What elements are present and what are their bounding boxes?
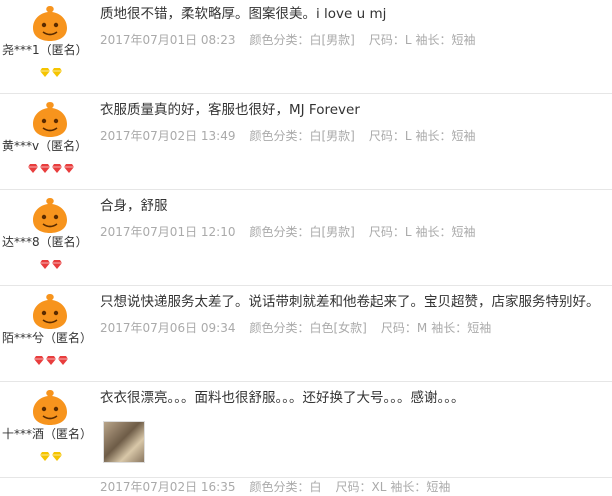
red-heart-icon: [28, 158, 38, 173]
review-photo-thumbnail[interactable]: [103, 421, 145, 463]
review-date: 2017年07月02日 16:35: [100, 480, 236, 494]
avatar[interactable]: [30, 196, 70, 234]
reviewer-name: 十***酒（匿名）: [2, 427, 93, 441]
red-heart-icon: [34, 350, 44, 365]
reviewer-level-badges: [28, 158, 74, 173]
review-date: 2017年07月01日 12:10: [100, 225, 236, 239]
red-heart-icon: [64, 158, 74, 173]
avatar[interactable]: [30, 100, 70, 138]
size-option: 尺码：L: [368, 225, 412, 239]
review-item: 尧***1（匿名） 质地很不错，柔软略厚。图案很美。i love u mj 2017…: [0, 0, 612, 94]
red-heart-icon: [52, 254, 62, 269]
sleeve-option: 袖长：短袖: [431, 321, 492, 335]
review-meta: 2017年07月02日 13:49 颜色分类：白[男款] 尺码：L 袖长：短袖: [100, 127, 490, 144]
color-option: 颜色分类：白: [249, 480, 322, 494]
gold-diamond-icon: [40, 62, 50, 77]
review-item: 十***酒（匿名） 衣衣很漂亮。。。面料也很舒服。。。还好换了大号。。。感谢。。。…: [0, 384, 612, 494]
size-option: 尺码：L: [368, 33, 412, 47]
reviewer-name: 达***8（匿名）: [2, 235, 88, 249]
review-text: 只想说快递服务太差了。说话带刺就差和他卷起来了。宝贝超赞，店家服务特别好。: [100, 294, 600, 310]
review-date: 2017年07月02日 13:49: [100, 129, 236, 143]
red-heart-icon: [52, 158, 62, 173]
review-item: 达***8（匿名） 合身，舒服 2017年07月01日 12:10 颜色分类：白[男款…: [0, 192, 612, 286]
reviewer-level-badges: [40, 254, 62, 269]
avatar[interactable]: [30, 388, 70, 426]
reviewer-level-badges: [40, 62, 62, 77]
reviewer-level-badges: [34, 350, 68, 365]
review-date: 2017年07月06日 09:34: [100, 321, 236, 335]
review-meta: 2017年07月01日 12:10 颜色分类：白[男款] 尺码：L 袖长：短袖: [100, 223, 490, 240]
gold-diamond-icon: [52, 446, 62, 461]
review-meta: 2017年07月02日 16:35 颜色分类：白 尺码：XL 袖长：短袖: [100, 478, 464, 495]
gold-diamond-icon: [52, 62, 62, 77]
sleeve-option: 袖长：短袖: [415, 225, 476, 239]
red-heart-icon: [40, 158, 50, 173]
red-heart-icon: [58, 350, 68, 365]
size-option: 尺码：XL: [335, 480, 387, 494]
review-text: 质地很不错，柔软略厚。图案很美。i love u mj: [100, 6, 387, 22]
sleeve-option: 袖长：短袖: [415, 33, 476, 47]
reviewer-name: 黄***v（匿名）: [2, 139, 88, 153]
sleeve-option: 袖长：短袖: [390, 480, 451, 494]
red-heart-icon: [46, 350, 56, 365]
sleeve-option: 袖长：短袖: [415, 129, 476, 143]
review-meta: 2017年07月01日 08:23 颜色分类：白[男款] 尺码：L 袖长：短袖: [100, 31, 490, 48]
avatar[interactable]: [30, 292, 70, 330]
reviewer-name: 陌***兮（匿名）: [2, 331, 93, 345]
review-text: 衣服质量真的好，客服也很好，MJ Forever: [100, 102, 360, 118]
color-option: 颜色分类：白[男款]: [249, 129, 355, 143]
review-text: 合身，舒服: [100, 198, 168, 214]
reviewer-name: 尧***1（匿名）: [2, 43, 88, 57]
color-option: 颜色分类：白[男款]: [249, 225, 355, 239]
gold-diamond-icon: [40, 446, 50, 461]
color-option: 颜色分类：白色[女款]: [249, 321, 367, 335]
size-option: 尺码：L: [368, 129, 412, 143]
review-text: 衣衣很漂亮。。。面料也很舒服。。。还好换了大号。。。感谢。。。: [100, 390, 465, 406]
reviewer-level-badges: [40, 446, 62, 461]
review-meta: 2017年07月06日 09:34 颜色分类：白色[女款] 尺码：M 袖长：短袖: [100, 319, 505, 336]
color-option: 颜色分类：白[男款]: [249, 33, 355, 47]
review-item: 黄***v（匿名） 衣服质量真的好，客服也很好，MJ Forever 2017年07…: [0, 96, 612, 190]
review-date: 2017年07月01日 08:23: [100, 33, 236, 47]
review-item: 陌***兮（匿名） 只想说快递服务太差了。说话带刺就差和他卷起来了。宝贝超赞，店家…: [0, 288, 612, 382]
avatar[interactable]: [30, 4, 70, 42]
red-heart-icon: [40, 254, 50, 269]
size-option: 尺码：M: [380, 321, 428, 335]
